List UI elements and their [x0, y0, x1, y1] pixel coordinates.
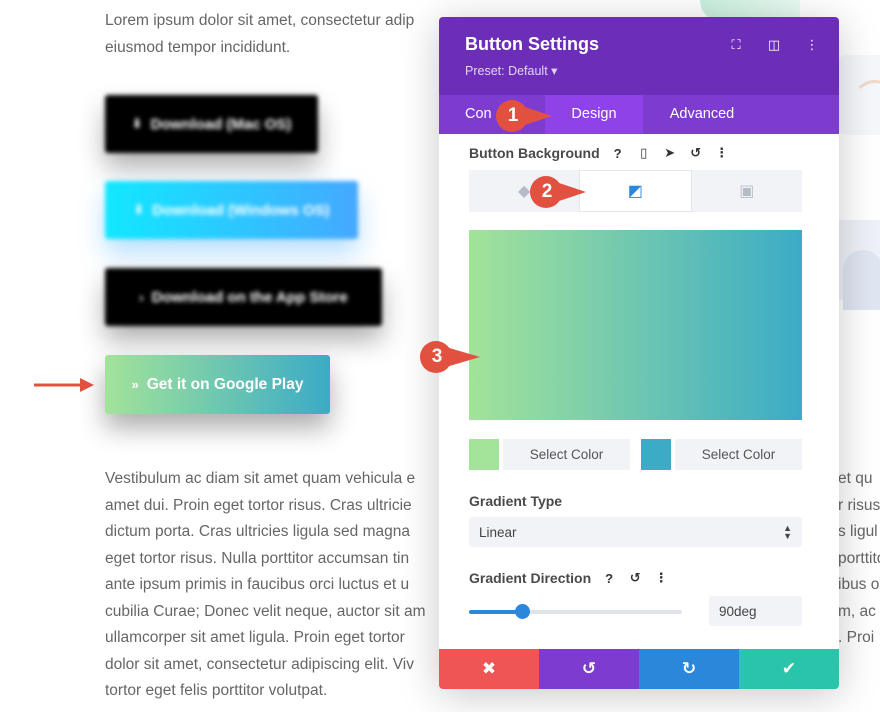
modal-header: Button Settings Preset: Default ▾ ⛶ ◫ ⋮ [439, 17, 839, 95]
gradient-start-picker[interactable]: Select Color [469, 439, 630, 470]
gradient-direction-header: Gradient Direction ? ↺ ⋮ [469, 570, 669, 586]
gradient-end-picker[interactable]: Select Color [641, 439, 802, 470]
gradient-type-value: Linear [479, 524, 517, 540]
image-icon: ▣ [739, 183, 755, 200]
callout-number: 2 [541, 181, 553, 202]
button-label: Download (Mac OS) [150, 115, 292, 133]
callout-badge-3: 3 [420, 341, 480, 373]
redo-icon: ↻ [681, 659, 697, 678]
body-fragment: m, ac [838, 602, 876, 620]
gradient-direction-slider[interactable] [469, 604, 682, 619]
download-icon: ⬇ [131, 116, 143, 131]
button-label: Get it on Google Play [146, 375, 304, 393]
cursor-icon[interactable]: ➤ [662, 145, 678, 161]
body-fragment: ibus o [838, 576, 880, 593]
checkmark-icon: ✔ [781, 659, 797, 678]
mobile-icon[interactable]: ▯ [636, 145, 652, 161]
callout-number: 1 [507, 105, 519, 126]
gradient-icon: ◩ [627, 183, 644, 200]
start-color-swatch[interactable] [469, 439, 499, 470]
preset-dropdown[interactable]: Preset: Default ▾ [465, 63, 557, 78]
download-icon: ⬇ [133, 202, 145, 217]
tab-advanced[interactable]: Advanced [643, 95, 761, 134]
reset-icon[interactable]: ↺ [688, 145, 704, 161]
button-label: Download on the App Store [151, 288, 348, 306]
app-store-button[interactable]: › Download on the App Store [105, 268, 382, 326]
body-fragment: . Proi [838, 629, 875, 646]
fullscreen-icon[interactable]: ⛶ [727, 37, 745, 53]
split-view-icon[interactable]: ◫ [765, 37, 783, 53]
close-icon: ✖ [481, 659, 497, 678]
image-tab[interactable]: ▣ [691, 170, 802, 212]
body-fragment: et qu [838, 470, 873, 487]
undo-icon: ↺ [581, 659, 597, 678]
modal-footer: ✖ ↺ ↻ ✔ [439, 649, 839, 689]
chevron-icon: › [139, 289, 144, 305]
end-color-swatch[interactable] [641, 439, 671, 470]
body-fragment: s ligul [838, 523, 878, 540]
callout-badge-2: 2 [530, 176, 586, 208]
gradient-type-label: Gradient Type [469, 493, 563, 509]
select-start-color-button[interactable]: Select Color [503, 439, 630, 470]
select-arrows-icon: ▲ ▼ [783, 523, 792, 541]
body-paragraph-right: et qu r risus s ligul porttito ibus o m,… [838, 466, 880, 652]
background-type-tabs: ◆ ◩ ▣ [469, 170, 802, 212]
slider-fill [469, 610, 523, 614]
slider-handle[interactable] [515, 604, 531, 619]
paint-bucket-icon: ◆ [518, 183, 531, 200]
google-play-button[interactable]: » Get it on Google Play [105, 355, 330, 414]
modal-title: Button Settings [465, 34, 599, 54]
download-mac-button[interactable]: ⬇ Download (Mac OS) [105, 95, 318, 153]
cancel-button[interactable]: ✖ [439, 649, 539, 689]
more-icon[interactable]: ⋮ [653, 570, 669, 586]
gradient-type-select[interactable]: Linear ▲ ▼ [469, 517, 802, 547]
download-windows-button[interactable]: ⬇ Download (Windows OS) [105, 181, 358, 239]
body-fragment: r risus [838, 496, 880, 514]
callout-badge-1: 1 [496, 100, 552, 132]
reset-icon[interactable]: ↺ [627, 570, 643, 586]
save-button[interactable]: ✔ [739, 649, 839, 689]
select-end-color-button[interactable]: Select Color [675, 439, 802, 470]
gradient-tab[interactable]: ◩ [579, 170, 692, 212]
pointer-arrow-icon [34, 378, 94, 392]
gradient-direction-label: Gradient Direction [469, 570, 592, 586]
button-label: Download (Windows OS) [152, 201, 330, 219]
button-background-label: Button Background [469, 145, 600, 161]
body-fragment: porttito [838, 549, 880, 567]
redo-button[interactable]: ↻ [639, 649, 739, 689]
double-chevron-icon: » [131, 377, 139, 392]
gradient-preview[interactable] [469, 230, 802, 420]
help-icon[interactable]: ? [610, 146, 626, 161]
more-icon[interactable]: ⋮ [714, 145, 730, 161]
help-icon[interactable]: ? [601, 571, 617, 586]
undo-button[interactable]: ↺ [539, 649, 639, 689]
button-background-header: Button Background ? ▯ ➤ ↺ ⋮ [469, 145, 730, 161]
gradient-direction-input[interactable]: 90deg [709, 596, 802, 626]
callout-number: 3 [431, 346, 443, 367]
more-options-icon[interactable]: ⋮ [803, 37, 821, 53]
decorative-circle [843, 250, 880, 310]
